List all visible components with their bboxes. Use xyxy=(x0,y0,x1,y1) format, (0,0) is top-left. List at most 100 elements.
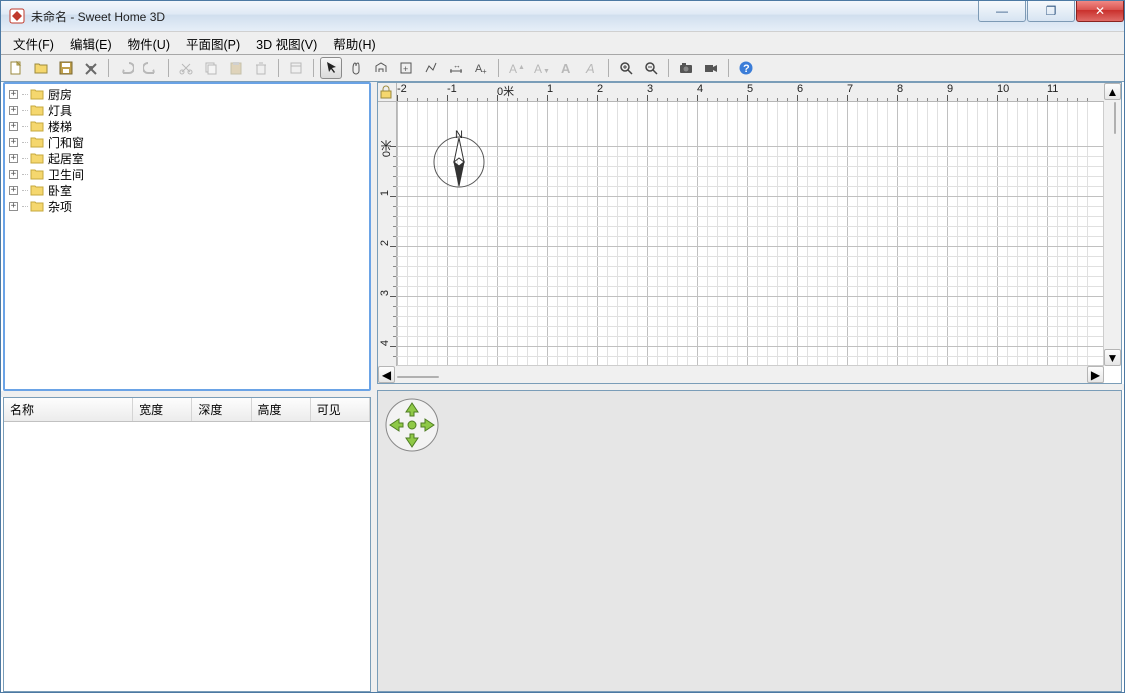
title-bar: 未命名 - Sweet Home 3D — ❐ ✕ xyxy=(1,1,1124,31)
menu-bar: 文件(F) 编辑(E) 物件(U) 平面图(P) 3D 视图(V) 帮助(H) xyxy=(1,31,1124,55)
select-tool-button[interactable] xyxy=(320,57,342,79)
col-height[interactable]: 高度 xyxy=(251,398,310,422)
expand-icon[interactable]: + xyxy=(9,202,18,211)
category-label: 杂项 xyxy=(48,198,72,215)
ruler-h-label: 6 xyxy=(797,83,803,95)
ruler-h-label: 0米 xyxy=(497,83,514,99)
create-text-button[interactable]: A+ xyxy=(470,57,492,79)
new-button[interactable] xyxy=(5,57,27,79)
delete-button[interactable] xyxy=(250,57,272,79)
create-polyline-button[interactable] xyxy=(420,57,442,79)
text-italic-button[interactable]: A xyxy=(580,57,602,79)
app-window: 未命名 - Sweet Home 3D — ❐ ✕ 文件(F) 编辑(E) 物件… xyxy=(0,0,1125,693)
catalog-category[interactable]: +厨房 xyxy=(9,86,369,102)
category-label: 起居室 xyxy=(48,150,84,167)
menu-3d-view[interactable]: 3D 视图(V) xyxy=(248,32,325,55)
folder-icon xyxy=(30,168,44,180)
furniture-list-panel[interactable]: 名称 宽度 深度 高度 可见 xyxy=(3,397,371,692)
col-visible[interactable]: 可见 xyxy=(310,398,369,422)
text-size-up-button[interactable]: A▲ xyxy=(505,57,527,79)
catalog-category[interactable]: + 起居室 xyxy=(9,150,369,166)
catalog-category[interactable]: +门和窗 xyxy=(9,134,369,150)
expand-icon[interactable]: + xyxy=(9,186,18,195)
menu-help[interactable]: 帮助(H) xyxy=(325,32,383,55)
menu-file[interactable]: 文件(F) xyxy=(5,32,62,55)
3d-nav-control[interactable] xyxy=(384,397,440,456)
scroll-right-icon[interactable]: ▶ xyxy=(1087,366,1104,383)
close-button[interactable]: ✕ xyxy=(1076,1,1124,22)
preferences-button[interactable] xyxy=(80,57,102,79)
plan-view[interactable]: -2-10米1234567891011 0米12345 N ▲ xyxy=(377,82,1122,384)
vertical-ruler: 0米12345 xyxy=(378,101,397,366)
folder-icon xyxy=(30,104,44,116)
open-button[interactable] xyxy=(30,57,52,79)
menu-edit[interactable]: 编辑(E) xyxy=(62,32,120,55)
col-depth[interactable]: 深度 xyxy=(192,398,251,422)
photo-button[interactable] xyxy=(675,57,697,79)
zoom-out-button[interactable] xyxy=(640,57,662,79)
text-bold-button[interactable]: A xyxy=(555,57,577,79)
plan-vertical-scrollbar[interactable]: ▲ ▼ xyxy=(1103,83,1121,366)
ruler-h-label: 3 xyxy=(647,83,653,95)
3d-view[interactable] xyxy=(377,390,1122,692)
plan-canvas[interactable]: N xyxy=(396,101,1104,366)
copy-button[interactable] xyxy=(200,57,222,79)
minimize-button[interactable]: — xyxy=(978,1,1026,22)
menu-furniture[interactable]: 物件(U) xyxy=(120,32,178,55)
category-label: 卧室 xyxy=(48,182,72,199)
toolbar-separator xyxy=(278,59,279,77)
create-walls-button[interactable] xyxy=(370,57,392,79)
scroll-up-icon[interactable]: ▲ xyxy=(1104,83,1121,100)
catalog-category[interactable]: +楼梯 xyxy=(9,118,369,134)
text-size-down-button[interactable]: A▼ xyxy=(530,57,552,79)
save-button[interactable] xyxy=(55,57,77,79)
video-button[interactable] xyxy=(700,57,722,79)
ruler-h-label: 10 xyxy=(997,83,1009,95)
help-button[interactable]: ? xyxy=(735,57,757,79)
table-header-row: 名称 宽度 深度 高度 可见 xyxy=(4,398,370,422)
toolbar-separator xyxy=(728,59,729,77)
catalog-category[interactable]: + 卧室 xyxy=(9,182,369,198)
ruler-h-label: 11 xyxy=(1047,83,1058,95)
pan-tool-button[interactable] xyxy=(345,57,367,79)
expand-icon[interactable]: + xyxy=(9,106,18,115)
maximize-button[interactable]: ❐ xyxy=(1027,1,1075,22)
create-dimensions-button[interactable]: ↔ xyxy=(445,57,467,79)
furniture-catalog[interactable]: +厨房+灯具+楼梯+门和窗+起居室+卫生间+卧室+杂项 xyxy=(3,82,371,391)
compass-icon[interactable]: N xyxy=(428,128,490,190)
col-width[interactable]: 宽度 xyxy=(133,398,192,422)
window-buttons: — ❐ ✕ xyxy=(978,1,1124,31)
horizontal-ruler: -2-10米1234567891011 xyxy=(396,83,1104,102)
zoom-in-button[interactable] xyxy=(615,57,637,79)
cut-button[interactable] xyxy=(175,57,197,79)
menu-plan[interactable]: 平面图(P) xyxy=(178,32,248,55)
catalog-tree: +厨房+灯具+楼梯+门和窗+起居室+卫生间+卧室+杂项 xyxy=(5,86,369,214)
paste-button[interactable] xyxy=(225,57,247,79)
folder-icon xyxy=(30,184,44,196)
furniture-table: 名称 宽度 深度 高度 可见 xyxy=(4,398,370,422)
expand-icon[interactable]: + xyxy=(9,138,18,147)
catalog-category[interactable]: + 杂项 xyxy=(9,198,369,214)
plan-horizontal-scrollbar[interactable]: ◀ ▶ xyxy=(378,365,1104,383)
create-rooms-button[interactable]: + xyxy=(395,57,417,79)
toolbar-separator xyxy=(108,59,109,77)
scroll-left-icon[interactable]: ◀ xyxy=(378,366,395,383)
right-column: -2-10米1234567891011 0米12345 N ▲ xyxy=(377,82,1124,692)
redo-button[interactable] xyxy=(140,57,162,79)
ruler-h-label: 8 xyxy=(897,83,903,95)
folder-icon xyxy=(30,152,44,164)
catalog-category[interactable]: +灯具 xyxy=(9,102,369,118)
ruler-h-label: -2 xyxy=(397,83,407,95)
expand-icon[interactable]: + xyxy=(9,170,18,179)
scroll-down-icon[interactable]: ▼ xyxy=(1104,349,1121,366)
minimize-icon: — xyxy=(996,4,1008,18)
expand-icon[interactable]: + xyxy=(9,154,18,163)
expand-icon[interactable]: + xyxy=(9,122,18,131)
undo-button[interactable] xyxy=(115,57,137,79)
expand-icon[interactable]: + xyxy=(9,90,18,99)
add-furniture-button[interactable] xyxy=(285,57,307,79)
ruler-lock-icon[interactable] xyxy=(378,83,397,102)
svg-text:?: ? xyxy=(743,63,750,75)
col-name[interactable]: 名称 xyxy=(4,398,133,422)
catalog-category[interactable]: +卫生间 xyxy=(9,166,369,182)
